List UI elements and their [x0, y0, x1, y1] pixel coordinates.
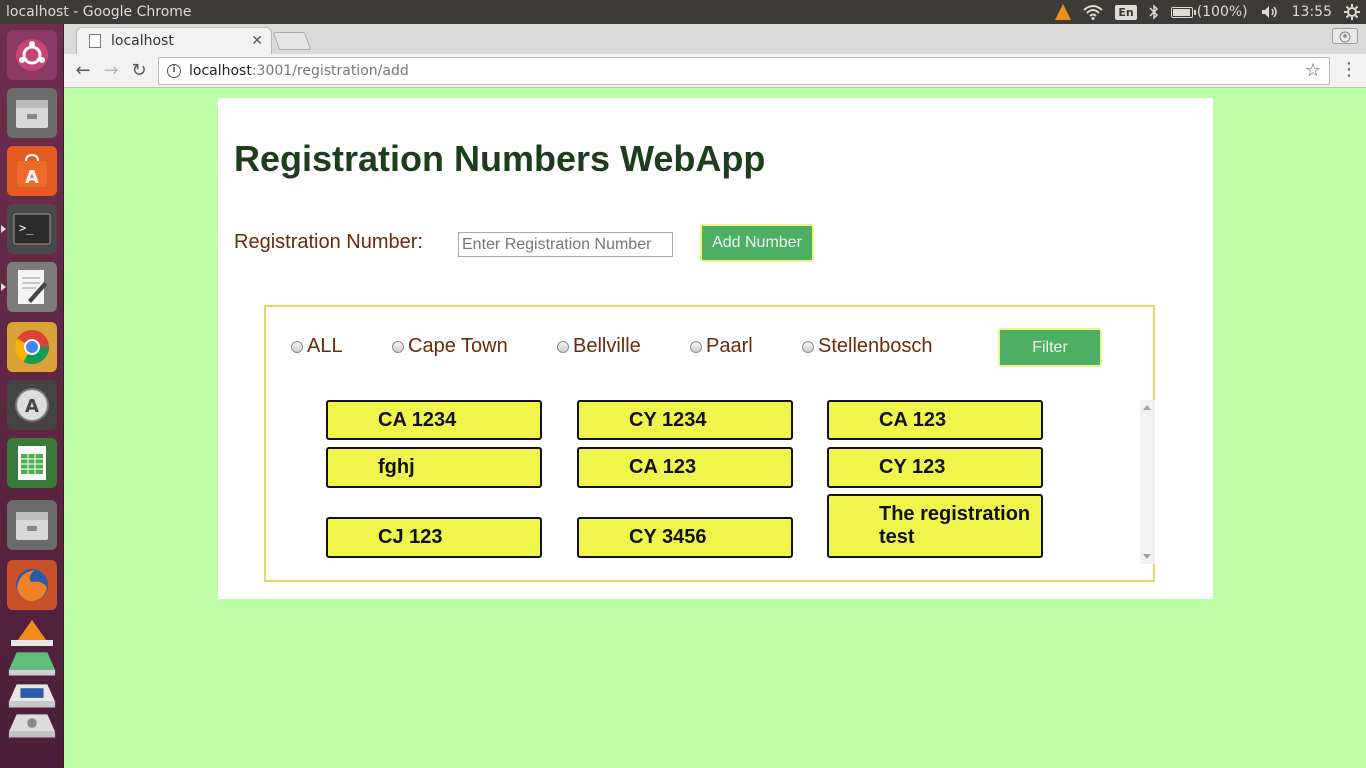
- app-stack-icon-1[interactable]: [7, 648, 57, 678]
- system-gear-icon[interactable]: [1344, 4, 1360, 20]
- radio-stellenbosch[interactable]: Stellenbosch: [802, 335, 933, 358]
- app-stack-icon-2[interactable]: [7, 680, 57, 708]
- address-bar[interactable]: i localhost:3001/registration/add ☆: [158, 57, 1330, 85]
- battery-percent: (100%): [1196, 4, 1248, 20]
- filter-button[interactable]: Filter: [998, 328, 1102, 367]
- url-path: :3001/registration/add: [251, 63, 409, 79]
- registration-number-label: Registration Number:: [234, 231, 423, 253]
- registration-plate: CA 1234: [326, 400, 542, 440]
- bluetooth-icon[interactable]: [1149, 4, 1159, 20]
- add-number-button[interactable]: Add Number: [700, 224, 814, 262]
- vlc-tray-icon[interactable]: [1055, 4, 1072, 20]
- profile-button[interactable]: [1332, 28, 1358, 44]
- app-stack-icon-3[interactable]: [7, 710, 57, 738]
- radio-label: Cape Town: [408, 335, 508, 357]
- page-title: Registration Numbers WebApp: [234, 138, 766, 179]
- radio-label: ALL: [307, 335, 343, 357]
- radio-bellville[interactable]: Bellville: [557, 335, 641, 358]
- radio-label: Stellenbosch: [818, 335, 933, 357]
- radio-label: Bellville: [573, 335, 641, 357]
- tab-close-icon[interactable]: ✕: [251, 33, 263, 49]
- keyboard-layout-indicator[interactable]: En: [1115, 4, 1137, 20]
- registration-list: CA 1234 CY 1234 CA 123 fghj CA 123 CY 12…: [266, 400, 1155, 564]
- registration-plate: CY 3456: [577, 517, 793, 558]
- files-icon-2[interactable]: [7, 500, 57, 550]
- svg-text:A: A: [25, 167, 39, 188]
- radio-button[interactable]: [392, 340, 404, 353]
- radio-button[interactable]: [802, 340, 814, 353]
- list-scrollbar[interactable]: [1140, 400, 1155, 564]
- filter-panel: ALL Cape Town Bellville Paarl Stellenbos…: [264, 305, 1155, 582]
- software-updater-icon[interactable]: A: [7, 380, 57, 430]
- scroll-up-arrow-icon[interactable]: [1143, 405, 1151, 410]
- radio-all[interactable]: ALL: [291, 335, 343, 358]
- svg-text:>_: >_: [19, 221, 34, 235]
- vlc-icon[interactable]: [7, 618, 57, 646]
- software-center-icon[interactable]: A: [7, 146, 57, 196]
- spreadsheet-icon[interactable]: [7, 438, 57, 488]
- site-info-icon[interactable]: i: [167, 64, 181, 78]
- volume-icon[interactable]: [1260, 4, 1280, 20]
- browser-toolbar: ← → ↻ i localhost:3001/registration/add …: [64, 54, 1366, 88]
- browser-tab[interactable]: localhost ✕: [76, 27, 272, 54]
- scroll-down-arrow-icon[interactable]: [1143, 554, 1151, 559]
- registration-number-input[interactable]: [458, 232, 673, 257]
- page-icon: [89, 34, 101, 48]
- chrome-icon[interactable]: [7, 322, 69, 372]
- clock[interactable]: 13:55: [1292, 4, 1332, 20]
- window-title: localhost - Google Chrome: [6, 4, 192, 20]
- launcher: A >_ A: [0, 24, 69, 768]
- terminal-icon[interactable]: >_: [1, 204, 57, 254]
- radio-label: Paarl: [706, 335, 753, 357]
- registration-plate: fghj: [326, 447, 542, 488]
- back-arrow-icon[interactable]: ←: [72, 60, 94, 82]
- chrome-menu-icon[interactable]: ⋮: [1340, 59, 1358, 81]
- registration-plate: CY 1234: [577, 400, 793, 440]
- reload-icon[interactable]: ↻: [128, 60, 150, 82]
- text-editor-icon[interactable]: [1, 262, 57, 312]
- wifi-icon[interactable]: [1083, 4, 1103, 20]
- top-panel: localhost - Google Chrome En (100%) 13:5…: [0, 0, 1366, 24]
- radio-paarl[interactable]: Paarl: [690, 335, 753, 358]
- radio-button[interactable]: [557, 340, 569, 353]
- registration-plate: CY 123: [827, 447, 1043, 488]
- registration-plate: CJ 123: [326, 517, 542, 558]
- svg-text:A: A: [25, 396, 39, 417]
- battery-indicator[interactable]: (100%): [1170, 4, 1248, 20]
- radio-button[interactable]: [690, 340, 702, 353]
- indicator-area: En (100%) 13:55: [1055, 0, 1360, 24]
- registration-plate: CA 123: [577, 447, 793, 488]
- ubuntu-dash-icon[interactable]: [7, 30, 57, 80]
- browser-window: localhost ✕ ← → ↻ i localhost:3001/regis…: [64, 24, 1366, 768]
- registration-plate: CA 123: [827, 400, 1043, 440]
- forward-arrow-icon[interactable]: →: [100, 60, 122, 82]
- new-tab-button[interactable]: [272, 32, 312, 50]
- files-icon[interactable]: [7, 88, 57, 138]
- radio-cape-town[interactable]: Cape Town: [392, 335, 508, 358]
- registration-plate: The registration test: [827, 494, 1043, 558]
- url-host: localhost: [189, 63, 252, 79]
- page-viewport: Registration Numbers WebApp Registration…: [64, 88, 1366, 768]
- battery-icon: [1170, 6, 1196, 18]
- app-card: Registration Numbers WebApp Registration…: [218, 98, 1213, 599]
- tab-strip: localhost ✕: [64, 24, 1366, 54]
- radio-button[interactable]: [291, 340, 303, 353]
- bookmark-star-icon[interactable]: ☆: [1305, 60, 1321, 81]
- firefox-icon[interactable]: [7, 560, 57, 610]
- tab-title: localhost: [111, 33, 174, 49]
